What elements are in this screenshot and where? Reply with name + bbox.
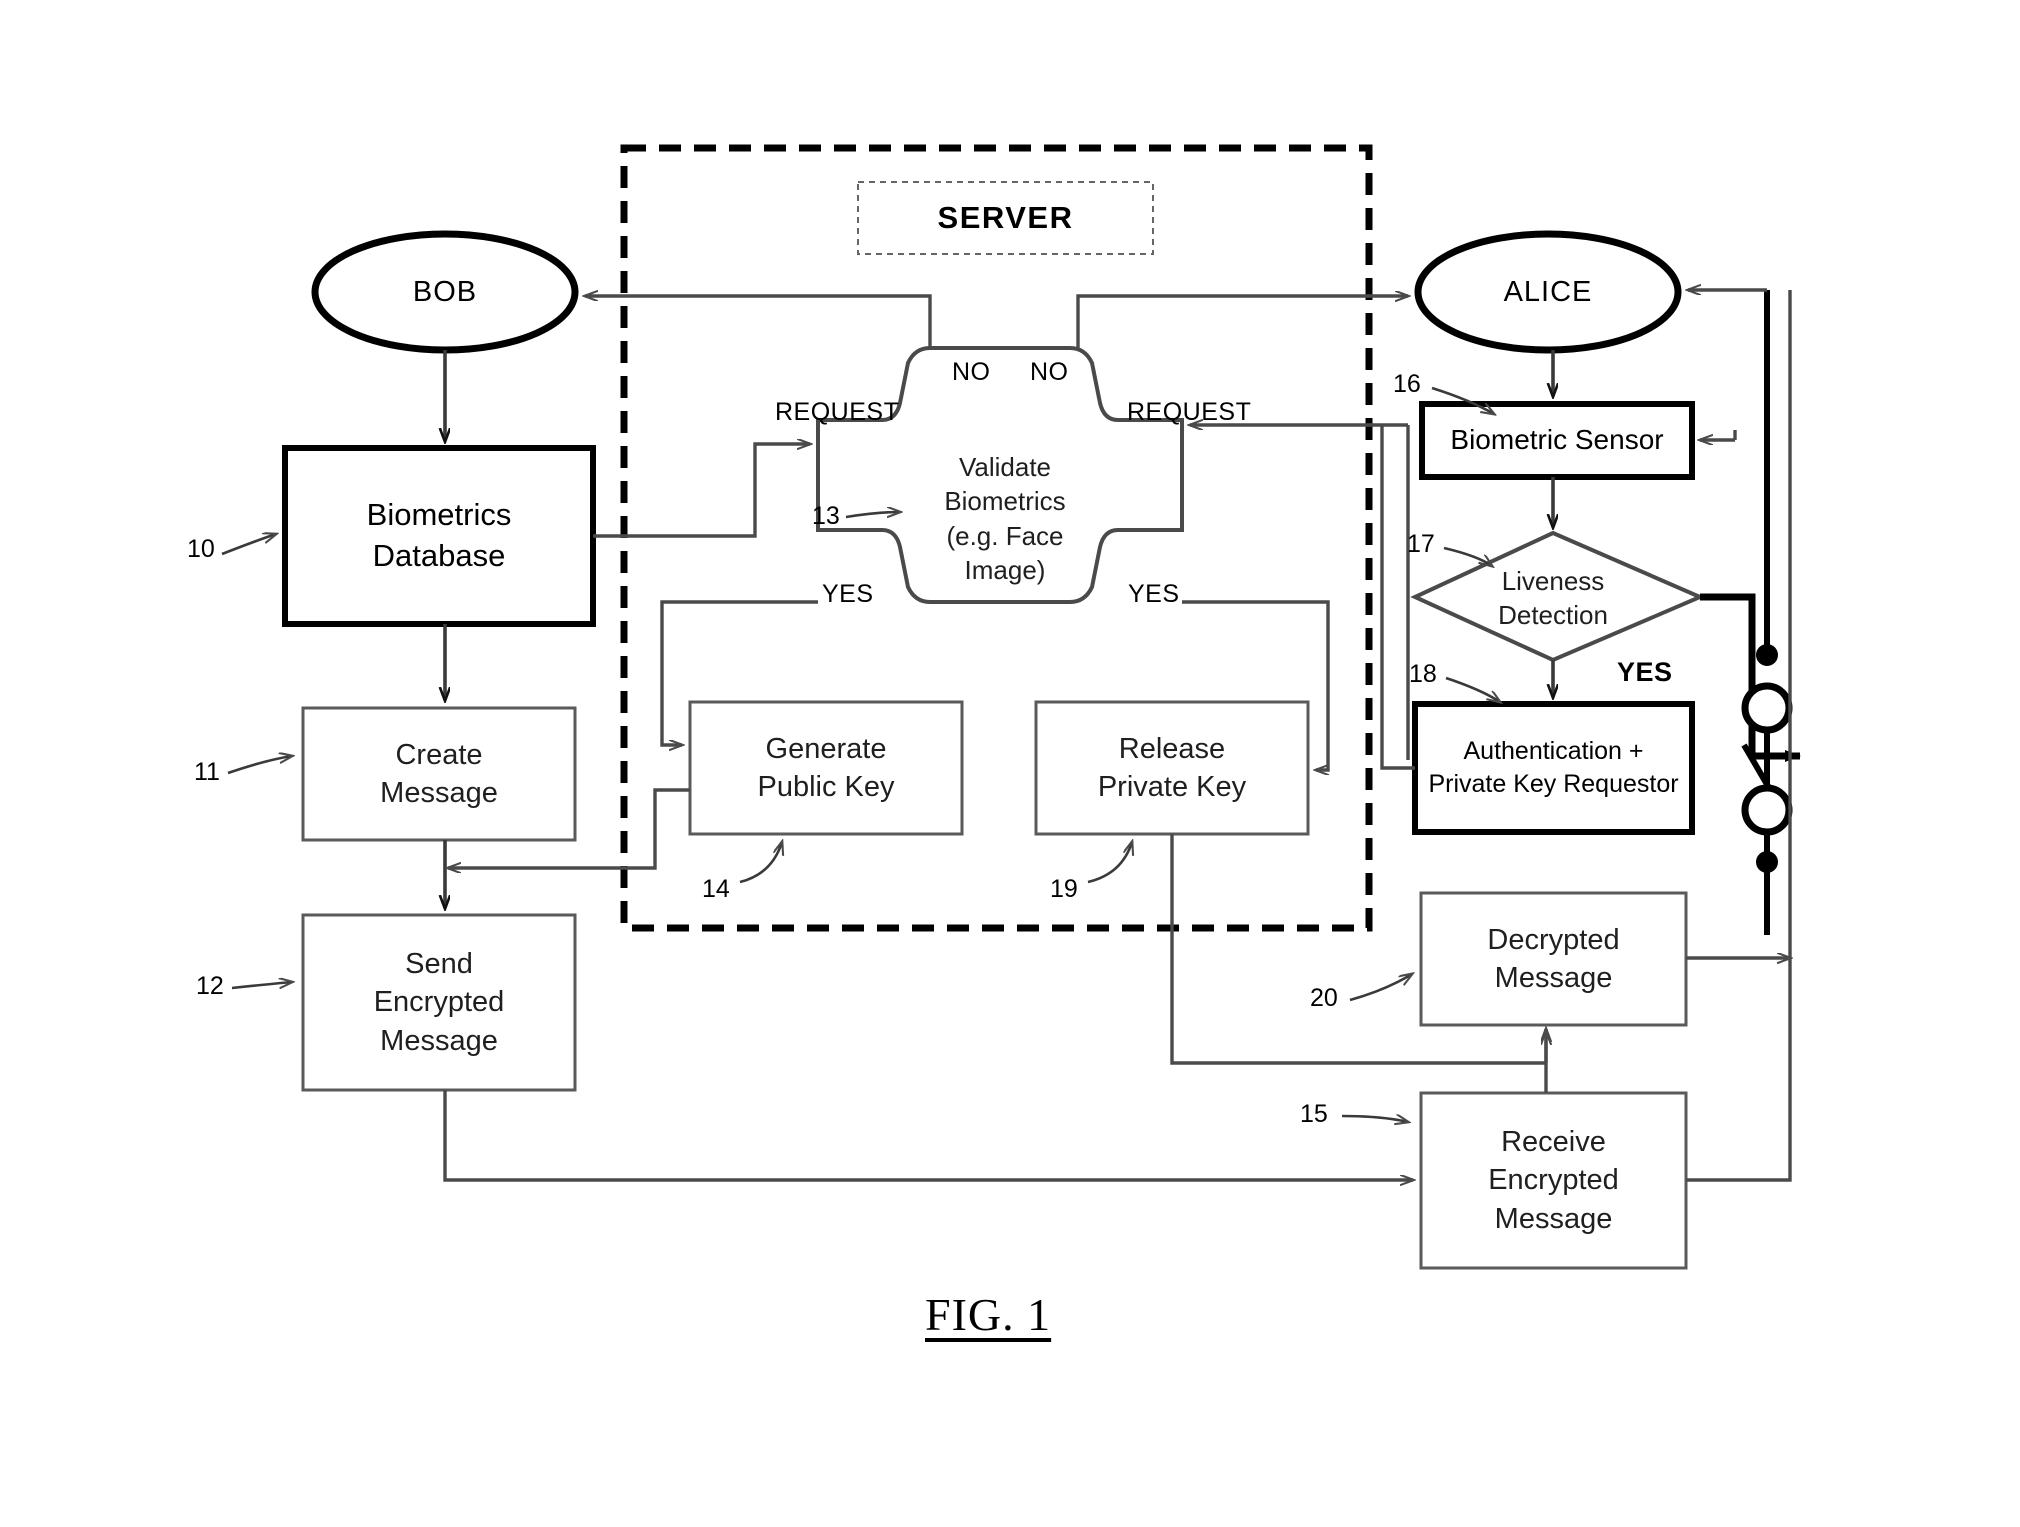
- edge-no-right-to-alice: [1076, 296, 1408, 348]
- switch-terminal-upper: [1741, 682, 1793, 734]
- ref-number-18: 18: [1409, 660, 1437, 688]
- ref-number-13: 13: [812, 502, 840, 530]
- switch-dot-lower: [1756, 851, 1778, 873]
- switch-terminal-lower: [1741, 784, 1793, 836]
- edge-authentication-left-rail: [1380, 425, 1415, 770]
- bob-label: BOB: [412, 275, 478, 308]
- server-label: SERVER: [937, 200, 1074, 235]
- edge-label-request-right: REQUEST: [1127, 398, 1252, 426]
- ref-number-20: 20: [1310, 984, 1338, 1012]
- receive-encrypted-message-box: [1419, 1091, 1688, 1270]
- edge-liveness-to-switch: [1700, 593, 1756, 756]
- edge-no-left-to-bob: [585, 296, 932, 348]
- leader-12: [231, 982, 292, 988]
- leader-10: [221, 534, 276, 556]
- create-message-box: [301, 706, 577, 842]
- switch-dot-upper: [1756, 644, 1778, 666]
- send-encrypted-message-box: [301, 913, 577, 1092]
- authentication-requestor-box: [1412, 701, 1695, 835]
- ref-number-17: 17: [1407, 530, 1435, 558]
- ref-number-19: 19: [1050, 875, 1078, 903]
- patent-figure-canvas: SERVER BOB ALICE Biometrics Database Cre…: [0, 0, 2020, 1527]
- edge-label-request-left: REQUEST: [775, 398, 900, 426]
- leader-14: [739, 842, 782, 884]
- leader-19: [1087, 842, 1132, 884]
- ref-number-16: 16: [1393, 370, 1421, 398]
- validate-biometrics-shape: [816, 346, 1184, 604]
- ref-number-11: 11: [194, 758, 220, 786]
- edge-receive-to-rail: [1686, 290, 1792, 1182]
- release-private-key-box: [1034, 700, 1310, 836]
- ref-number-12: 12: [196, 972, 224, 1000]
- decrypted-message-box: [1419, 891, 1688, 1027]
- ref-number-14: 14: [702, 875, 730, 903]
- figure-caption: FIG. 1: [925, 1289, 1052, 1340]
- biometrics-database-box: [282, 445, 596, 627]
- leader-18: [1445, 676, 1500, 702]
- edge-label-no-right: NO: [1030, 358, 1069, 386]
- leader-20: [1349, 974, 1412, 1002]
- alice-label: ALICE: [1503, 275, 1593, 308]
- leader-15: [1341, 1116, 1408, 1122]
- edge-label-yes-right: YES: [1128, 580, 1180, 608]
- ref-number-15: 15: [1300, 1100, 1328, 1128]
- generate-public-key-box: [688, 700, 964, 836]
- edge-label-no-left: NO: [952, 358, 991, 386]
- leader-11: [227, 756, 292, 775]
- edge-label-yes-left: YES: [822, 580, 874, 608]
- ref-number-10: 10: [187, 535, 215, 563]
- edge-label-yes-liveness: YES: [1617, 657, 1673, 687]
- edge-send-to-receive: [443, 1090, 1413, 1180]
- biometric-sensor-box: [1419, 401, 1695, 480]
